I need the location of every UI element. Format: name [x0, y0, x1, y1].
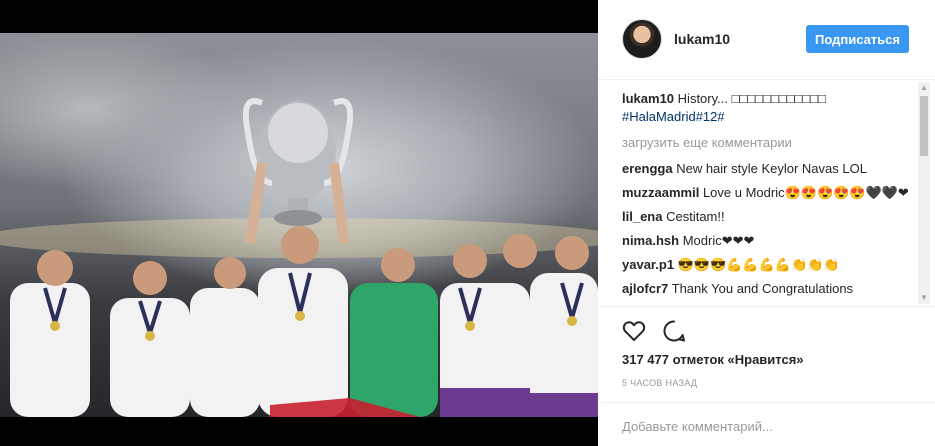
comment-username[interactable]: lil_ena [622, 209, 662, 224]
comment-icon[interactable] [662, 319, 686, 343]
scroll-down-arrow-icon[interactable]: ▼ [918, 292, 930, 304]
comment-username[interactable]: muzzaammil [622, 185, 699, 200]
comment-item: lil_ena Cestitam!! [622, 208, 909, 226]
add-comment-bar [598, 402, 935, 446]
comments-list: lukam10 History... □□□□□□□□□□□□ #HalaMad… [622, 90, 909, 302]
comment-item: erengga New hair style Keylor Navas LOL [622, 160, 909, 178]
comment-username[interactable]: ajlofcr7 [622, 281, 668, 296]
comment-username[interactable]: erengga [622, 161, 673, 176]
post-photo[interactable] [0, 33, 598, 417]
avatar[interactable] [622, 19, 662, 59]
scrollbar-thumb[interactable] [920, 96, 928, 156]
comment-text: Modric❤❤❤ [682, 233, 755, 248]
comment-username[interactable]: yavar.p1 [622, 257, 674, 272]
post-actions: 317 477 отметок «Нравится» 5 ЧАСОВ НАЗАД [598, 306, 935, 402]
header-username[interactable]: lukam10 [674, 31, 730, 47]
comment-text: 😎😎😎💪💪💪💪👏👏👏 [677, 257, 840, 272]
caption-hashtags[interactable]: #HalaMadrid#12# [622, 109, 725, 124]
post-timestamp[interactable]: 5 ЧАСОВ НАЗАД [622, 378, 697, 388]
likes-count[interactable]: 317 477 отметок «Нравится» [622, 352, 804, 367]
post-header: lukam10 Подписаться [598, 0, 935, 80]
caption-text: History... □□□□□□□□□□□□ [677, 91, 826, 106]
comment-username[interactable]: nima.hsh [622, 233, 679, 248]
comments-scrollbar[interactable]: ▲ ▼ [918, 82, 930, 304]
comment-item: yavar.p1 😎😎😎💪💪💪💪👏👏👏 [622, 256, 909, 274]
load-more-comments-link[interactable]: загрузить еще комментарии [622, 134, 909, 152]
comment-item: ajlofcr7 Thank You and Congratulations [622, 280, 909, 298]
comment-text: New hair style Keylor Navas LOL [676, 161, 867, 176]
caption-username[interactable]: lukam10 [622, 91, 674, 106]
heart-icon[interactable] [622, 319, 646, 343]
comment-text: Thank You and Congratulations [671, 281, 854, 296]
follow-button[interactable]: Подписаться [806, 25, 909, 53]
comment-text: Cestitam!! [666, 209, 725, 224]
post-sidebar: lukam10 Подписаться lukam10 History... □… [598, 0, 935, 446]
comment-text: Love u Modric😍😍😍😍😍🖤🖤❤ [702, 185, 909, 200]
photo-illustration [0, 98, 598, 417]
post-caption: lukam10 History... □□□□□□□□□□□□ #HalaMad… [622, 90, 909, 126]
scroll-up-arrow-icon[interactable]: ▲ [918, 82, 930, 94]
comment-item: nima.hsh Modric❤❤❤ [622, 232, 909, 250]
add-comment-input[interactable] [622, 415, 912, 437]
comment-item: muzzaammil Love u Modric😍😍😍😍😍🖤🖤❤ [622, 184, 909, 202]
post-media [0, 0, 598, 446]
